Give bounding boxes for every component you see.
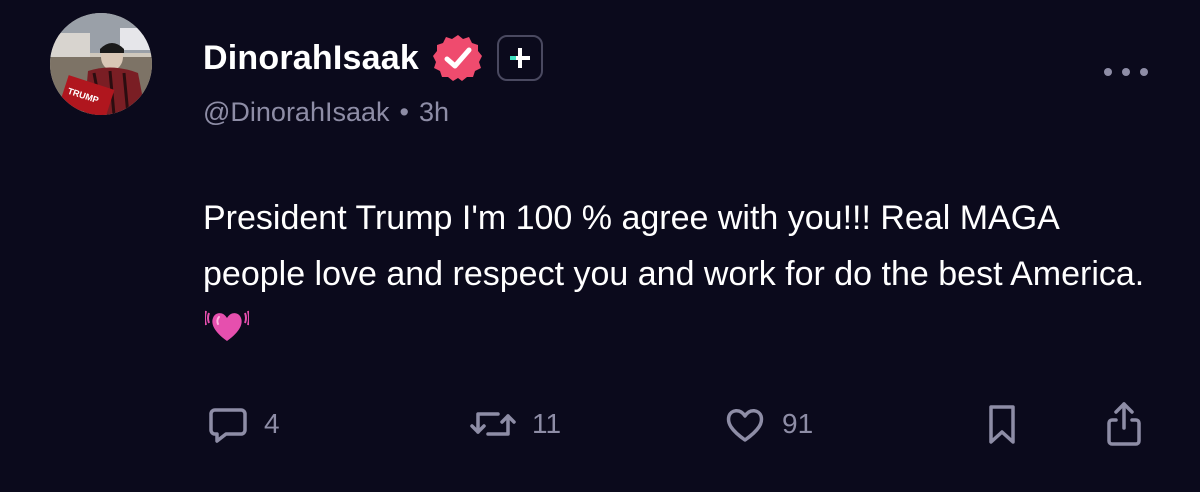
share-button[interactable] (1104, 398, 1144, 450)
post-body: President Trump I'm 100 % agree with you… (203, 190, 1163, 358)
meta-separator: • (399, 97, 409, 127)
display-name[interactable]: DinorahIsaak (203, 39, 419, 78)
beating-heart-emoji-icon (204, 303, 250, 347)
timestamp[interactable]: 3h (419, 97, 449, 127)
share-icon (1104, 400, 1144, 448)
repost-icon (468, 402, 518, 446)
bookmark-button[interactable] (984, 398, 1020, 450)
reply-button[interactable]: 4 (206, 398, 280, 450)
avatar[interactable]: TRUMP (50, 13, 152, 115)
heart-icon (722, 402, 768, 446)
repost-button[interactable]: 11 (468, 398, 561, 450)
reply-count: 4 (264, 408, 280, 439)
verified-badge-icon (431, 31, 485, 85)
post-meta: @DinorahIsaak • 3h (203, 97, 449, 128)
post-text: President Trump I'm 100 % agree with you… (203, 199, 1145, 293)
handle[interactable]: @DinorahIsaak (203, 97, 390, 127)
bookmark-icon (984, 402, 1020, 446)
author-row: DinorahIsaak (203, 30, 543, 86)
more-icon[interactable] (1104, 62, 1148, 82)
post-card: TRUMP DinorahIsaak @DinorahIsaak • 3h Pres… (0, 0, 1200, 492)
reply-icon (206, 402, 250, 446)
like-count: 91 (782, 408, 814, 439)
action-bar: 4 11 91 (0, 398, 1200, 450)
repost-count: 11 (532, 408, 562, 439)
like-button[interactable]: 91 (722, 398, 813, 450)
plus-badge-icon[interactable] (496, 35, 543, 81)
